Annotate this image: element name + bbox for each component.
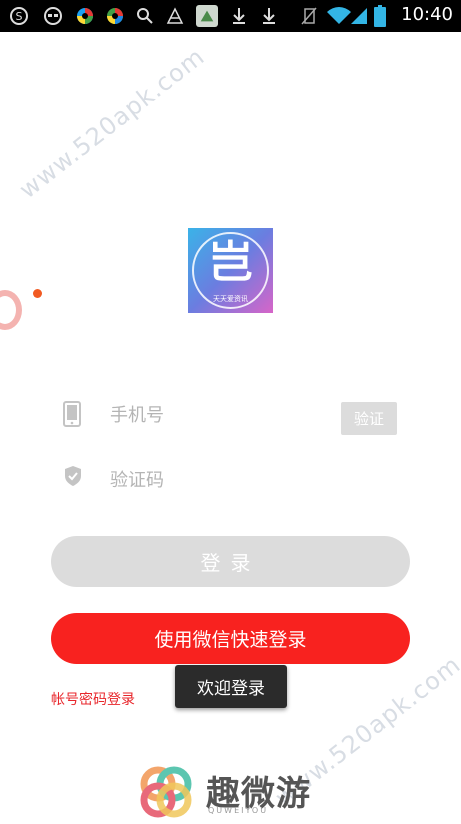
code-input[interactable]: 验证码	[110, 466, 164, 492]
toast: 欢迎登录	[175, 665, 287, 708]
phone-input[interactable]: 手机号	[110, 401, 164, 427]
app-icon	[196, 5, 218, 27]
app-icon	[164, 5, 186, 27]
watermark: www.520apk.com	[14, 42, 211, 205]
logo-glyph: 岂	[208, 237, 253, 288]
svg-text:S: S	[16, 10, 23, 23]
shield-icon	[64, 465, 82, 491]
float-ball-icon[interactable]	[0, 290, 22, 330]
search-icon	[134, 5, 156, 27]
sogou-icon: S	[8, 5, 30, 27]
status-bar: S 10:40	[0, 0, 461, 32]
account-password-login-link[interactable]: 帐号密码登录	[51, 689, 135, 709]
download-icon	[258, 5, 280, 27]
logo-subtitle: 天天爱资讯	[213, 295, 248, 303]
color-wheel-icon	[74, 5, 96, 27]
download-icon	[228, 5, 250, 27]
brand-subtitle: QUWEIYOU	[208, 806, 269, 815]
app-logo: 岂 天天爱资讯	[188, 228, 273, 313]
color-wheel-icon	[104, 5, 126, 27]
wechat-login-button[interactable]: 使用微信快速登录	[51, 613, 410, 664]
brand-logo-icon	[138, 764, 194, 824]
signal-icon	[348, 5, 370, 27]
brand-footer: 趣微游 QUWEIYOU	[138, 764, 328, 820]
send-code-button[interactable]: 验证	[341, 402, 397, 435]
clock: 10:40	[401, 4, 453, 25]
glasses-icon	[42, 5, 64, 27]
notification-dot	[33, 289, 42, 298]
login-button[interactable]: 登录	[51, 536, 410, 587]
battery-icon	[372, 5, 388, 27]
no-sim-icon	[298, 5, 320, 27]
phone-icon	[63, 401, 81, 431]
